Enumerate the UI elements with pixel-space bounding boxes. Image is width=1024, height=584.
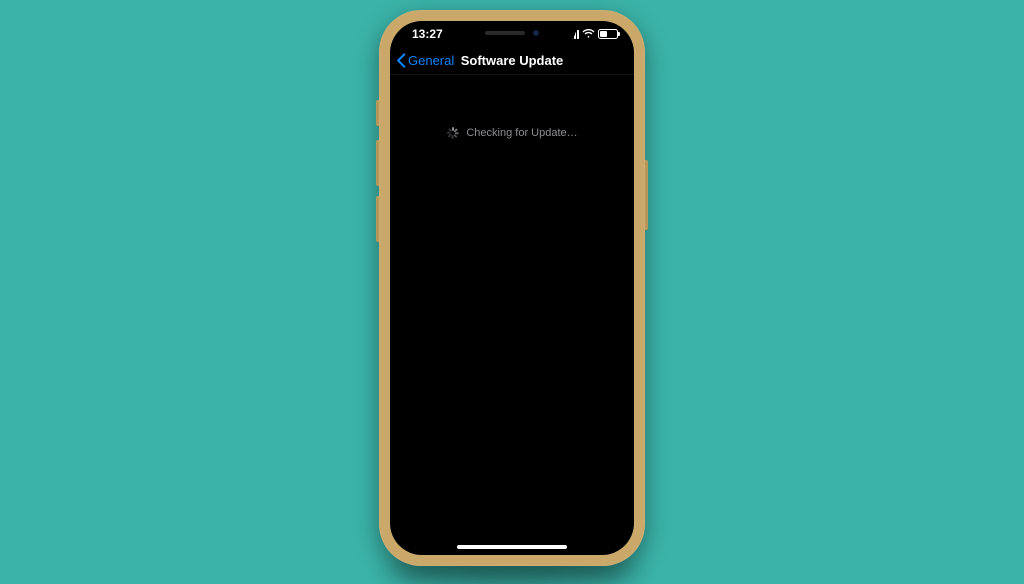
phone-shadow [387, 558, 637, 584]
side-button [645, 160, 648, 230]
screen: 13:27 General Software Update [390, 21, 634, 555]
page-title: Software Update [461, 53, 564, 68]
back-button-label: General [408, 53, 454, 68]
battery-icon [598, 29, 618, 39]
wifi-icon [582, 29, 595, 39]
navigation-bar: General Software Update [390, 47, 634, 75]
loading-text: Checking for Update… [466, 127, 577, 139]
loading-row: Checking for Update… [390, 127, 634, 139]
back-button[interactable]: General [396, 47, 454, 74]
battery-fill [600, 31, 607, 37]
status-time: 13:27 [406, 27, 443, 41]
notch [448, 21, 576, 45]
spinner-icon [446, 127, 458, 139]
chevron-left-icon [396, 53, 406, 68]
home-indicator[interactable] [457, 545, 567, 549]
front-camera [533, 30, 539, 36]
phone-frame: 13:27 General Software Update [379, 10, 645, 566]
speaker-grille [485, 31, 525, 35]
